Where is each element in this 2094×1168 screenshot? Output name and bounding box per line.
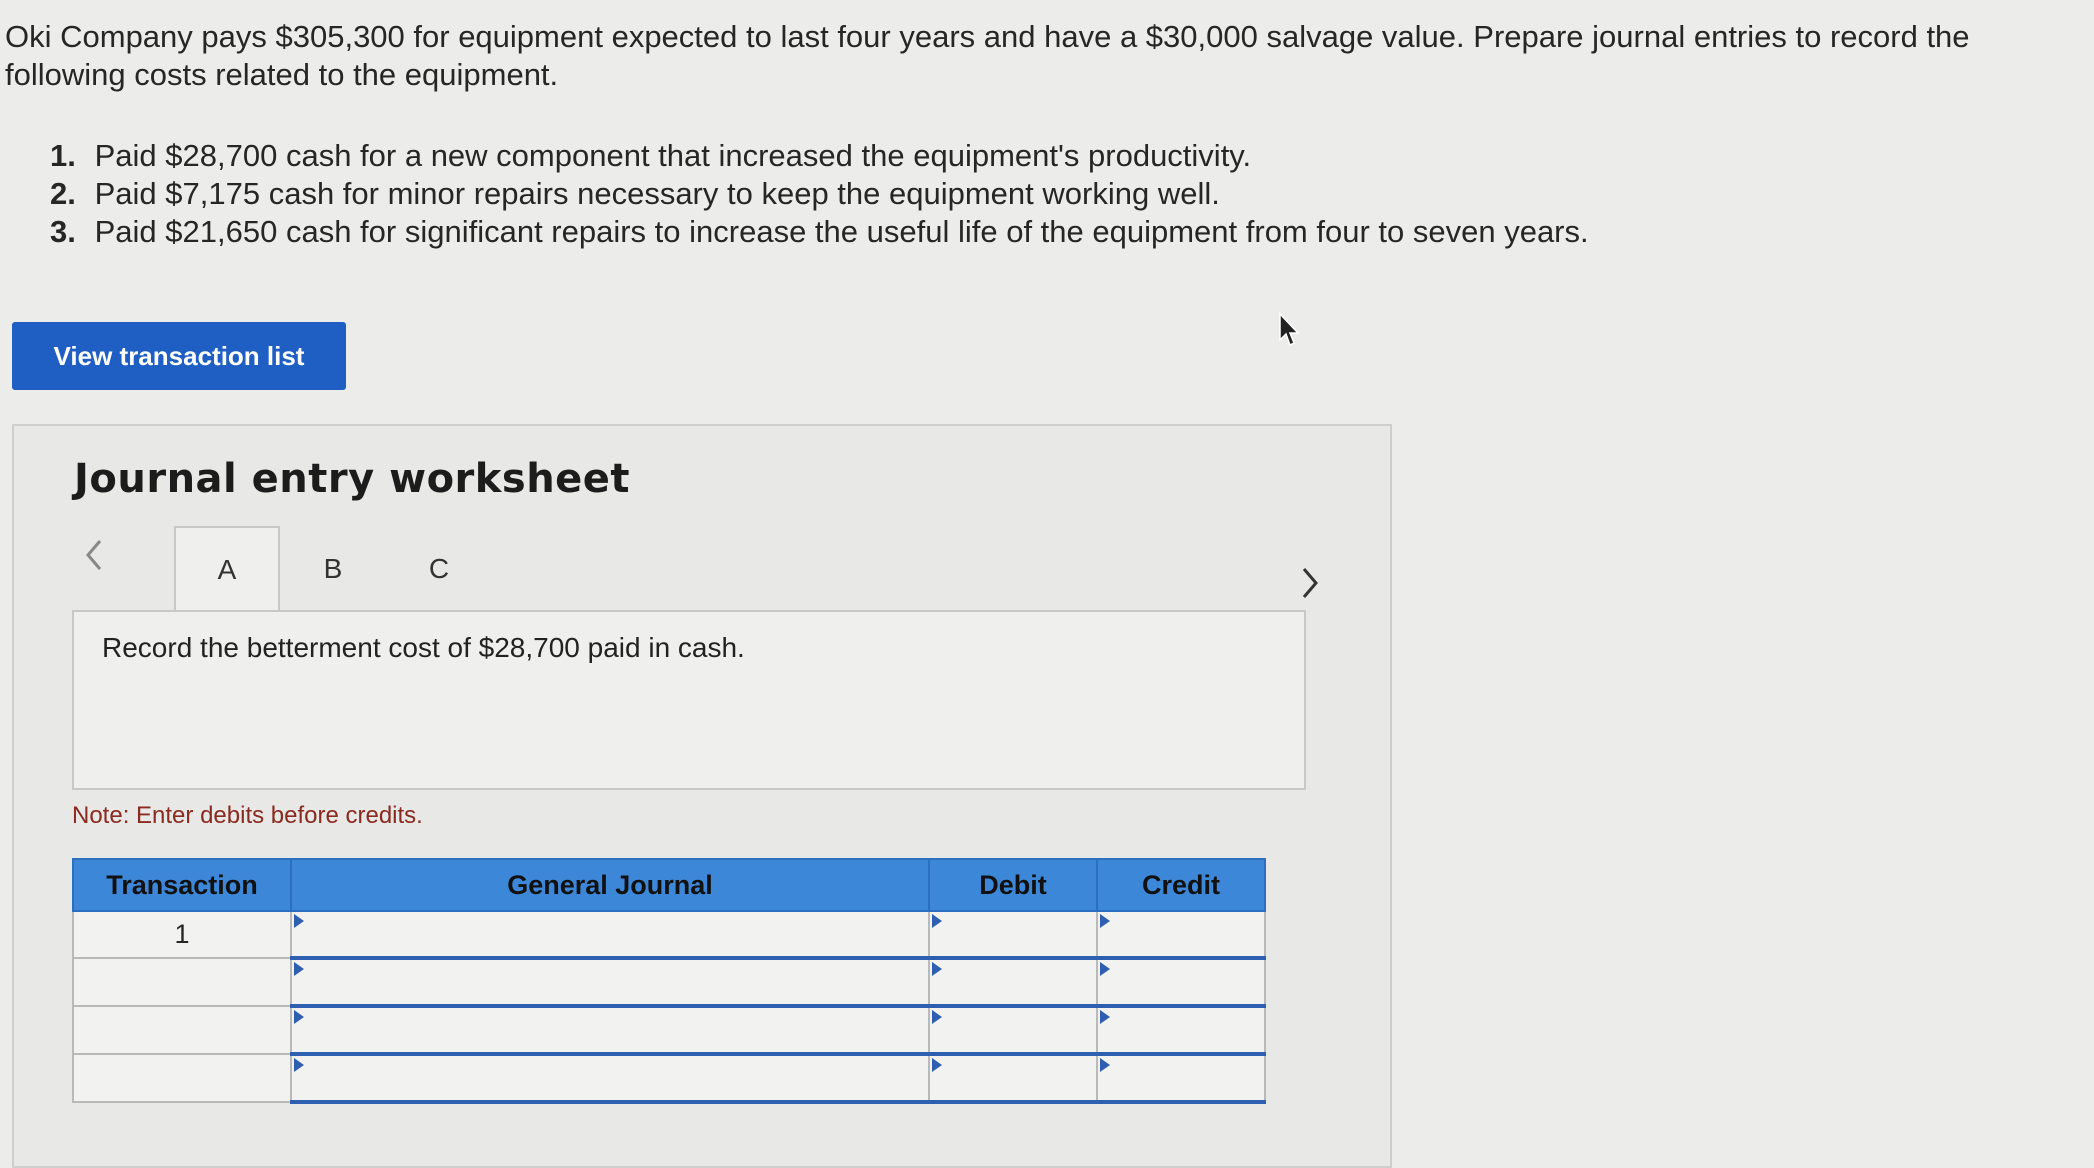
table-row <box>72 1053 1266 1104</box>
chevron-right-icon[interactable] <box>1290 558 1330 608</box>
task-text: Paid $7,175 cash for minor repairs neces… <box>94 176 1220 211</box>
tab-b[interactable]: B <box>280 526 386 612</box>
table-row: 1 <box>72 910 1266 960</box>
mouse-cursor-icon <box>1279 312 1300 347</box>
header-general-journal: General Journal <box>290 858 930 912</box>
task-number: 3. <box>50 214 76 249</box>
tab-c[interactable]: C <box>386 526 492 612</box>
chevron-left-icon[interactable] <box>74 530 114 580</box>
debit-input[interactable] <box>928 910 1098 960</box>
entry-note: Note: Enter debits before credits. <box>72 802 423 829</box>
header-credit: Credit <box>1096 858 1266 912</box>
table-row <box>72 957 1266 1008</box>
account-select[interactable] <box>290 910 930 960</box>
general-journal-table: Transaction General Journal Debit Credit… <box>72 858 1266 1104</box>
transaction-cell <box>72 1053 292 1103</box>
account-select[interactable] <box>290 1005 930 1056</box>
debit-input[interactable] <box>928 1005 1098 1056</box>
credit-input[interactable] <box>1096 1053 1266 1104</box>
credit-input[interactable] <box>1096 1005 1266 1056</box>
view-transaction-list-button[interactable]: View transaction list <box>12 322 346 390</box>
task-number: 1. <box>50 138 76 173</box>
task-text: Paid $21,650 cash for significant repair… <box>94 214 1589 249</box>
instruction-text: Record the betterment cost of $28,700 pa… <box>102 632 745 663</box>
transaction-cell <box>72 1005 292 1055</box>
table-row <box>72 1005 1266 1056</box>
task-list: 1. Paid $28,700 cash for a new component… <box>50 137 1589 251</box>
transaction-cell: 1 <box>72 910 292 959</box>
table-header-row: Transaction General Journal Debit Credit <box>72 858 1266 912</box>
task-item: 2. Paid $7,175 cash for minor repairs ne… <box>50 175 1589 213</box>
account-select[interactable] <box>290 1053 930 1104</box>
credit-input[interactable] <box>1096 910 1266 960</box>
journal-entry-worksheet: Journal entry worksheet A B C Record the… <box>12 424 1392 1168</box>
task-item: 1. Paid $28,700 cash for a new component… <box>50 137 1589 175</box>
header-debit: Debit <box>928 858 1098 912</box>
worksheet-tabs: A B C <box>174 526 492 612</box>
debit-input[interactable] <box>928 1053 1098 1104</box>
task-item: 3. Paid $21,650 cash for significant rep… <box>50 213 1589 251</box>
credit-input[interactable] <box>1096 957 1266 1008</box>
tab-a[interactable]: A <box>174 526 280 612</box>
worksheet-title: Journal entry worksheet <box>74 456 631 502</box>
problem-intro: Oki Company pays $305,300 for equipment … <box>5 19 1970 92</box>
task-text: Paid $28,700 cash for a new component th… <box>94 138 1252 173</box>
instruction-box: Record the betterment cost of $28,700 pa… <box>72 610 1306 790</box>
header-transaction: Transaction <box>72 858 292 912</box>
debit-input[interactable] <box>928 957 1098 1008</box>
transaction-cell <box>72 957 292 1007</box>
task-number: 2. <box>50 176 76 211</box>
account-select[interactable] <box>290 957 930 1008</box>
